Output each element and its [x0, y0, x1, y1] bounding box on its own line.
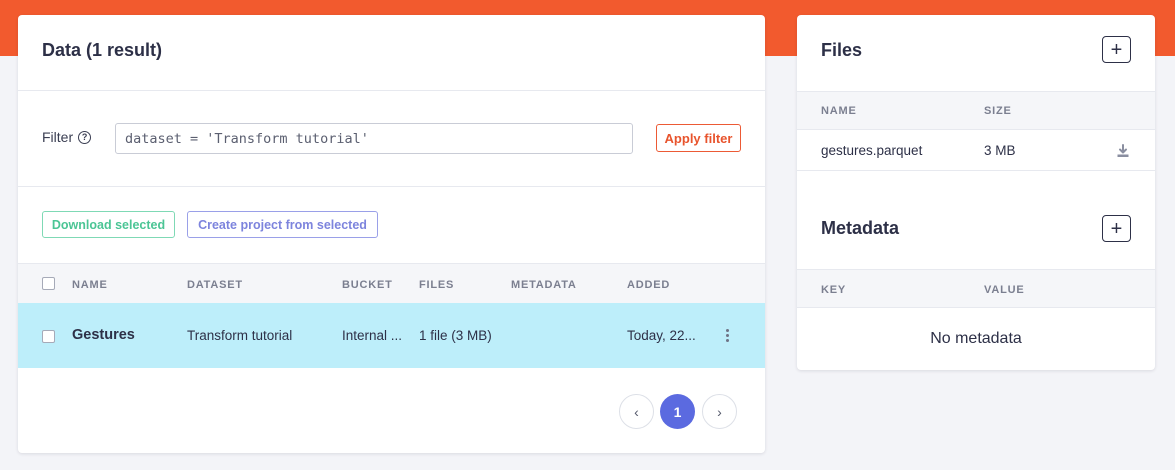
metadata-table-header: KEY VALUE — [797, 269, 1155, 308]
data-panel: Data (1 result) Filter ? Apply filter Do… — [18, 15, 765, 453]
files-table-header: NAME SIZE — [797, 91, 1155, 130]
next-page-button[interactable]: › — [702, 394, 737, 429]
row-dataset: Transform tutorial — [187, 328, 293, 343]
metadata-title: Metadata — [821, 218, 900, 238]
help-icon[interactable]: ? — [78, 130, 92, 144]
row-added: Today, 22... — [627, 328, 696, 343]
empty-metadata-text: No metadata — [930, 330, 1022, 347]
column-header-name[interactable]: NAME — [72, 279, 108, 291]
divider — [18, 90, 765, 91]
filter-input[interactable] — [115, 123, 633, 154]
files-column-name: NAME — [821, 105, 857, 117]
download-selected-button[interactable]: Download selected — [42, 211, 175, 238]
table-header: NAME DATASET BUCKET FILES METADATA ADDED — [18, 263, 765, 303]
divider — [797, 170, 1155, 171]
data-panel-title: Data (1 result) — [42, 40, 163, 60]
download-icon[interactable] — [1116, 144, 1130, 158]
file-name[interactable]: gestures.parquet — [821, 143, 922, 158]
apply-filter-button[interactable]: Apply filter — [656, 124, 741, 152]
divider — [18, 186, 765, 187]
row-bucket: Internal ... — [342, 328, 403, 343]
column-header-files[interactable]: FILES — [419, 279, 454, 291]
metadata-column-key: KEY — [821, 284, 847, 296]
add-metadata-button[interactable]: + — [1102, 215, 1131, 242]
column-header-metadata[interactable]: METADATA — [511, 279, 577, 291]
row-checkbox[interactable] — [42, 330, 55, 343]
table-row[interactable]: Gestures Transform tutorial Internal ...… — [18, 303, 765, 368]
page-1-button[interactable]: 1 — [660, 394, 695, 429]
previous-page-button[interactable]: ‹ — [619, 394, 654, 429]
filter-label: Filter ? — [42, 129, 92, 145]
add-file-button[interactable]: + — [1102, 36, 1131, 63]
files-title: Files — [821, 40, 863, 60]
file-size: 3 MB — [984, 143, 1016, 158]
select-all-checkbox[interactable] — [42, 277, 55, 290]
row-menu-icon[interactable] — [724, 329, 730, 342]
metadata-column-value: VALUE — [984, 284, 1025, 296]
column-header-added[interactable]: ADDED — [627, 279, 670, 291]
row-files: 1 file (3 MB) — [419, 328, 492, 343]
column-header-dataset[interactable]: DATASET — [187, 279, 243, 291]
filter-label-text: Filter — [42, 129, 74, 145]
files-column-size: SIZE — [984, 105, 1012, 117]
files-panel: Files + NAME SIZE gestures.parquet 3 MB … — [797, 15, 1155, 370]
column-header-bucket[interactable]: BUCKET — [342, 279, 393, 291]
create-project-button[interactable]: Create project from selected — [187, 211, 378, 238]
row-name: Gestures — [72, 327, 135, 343]
